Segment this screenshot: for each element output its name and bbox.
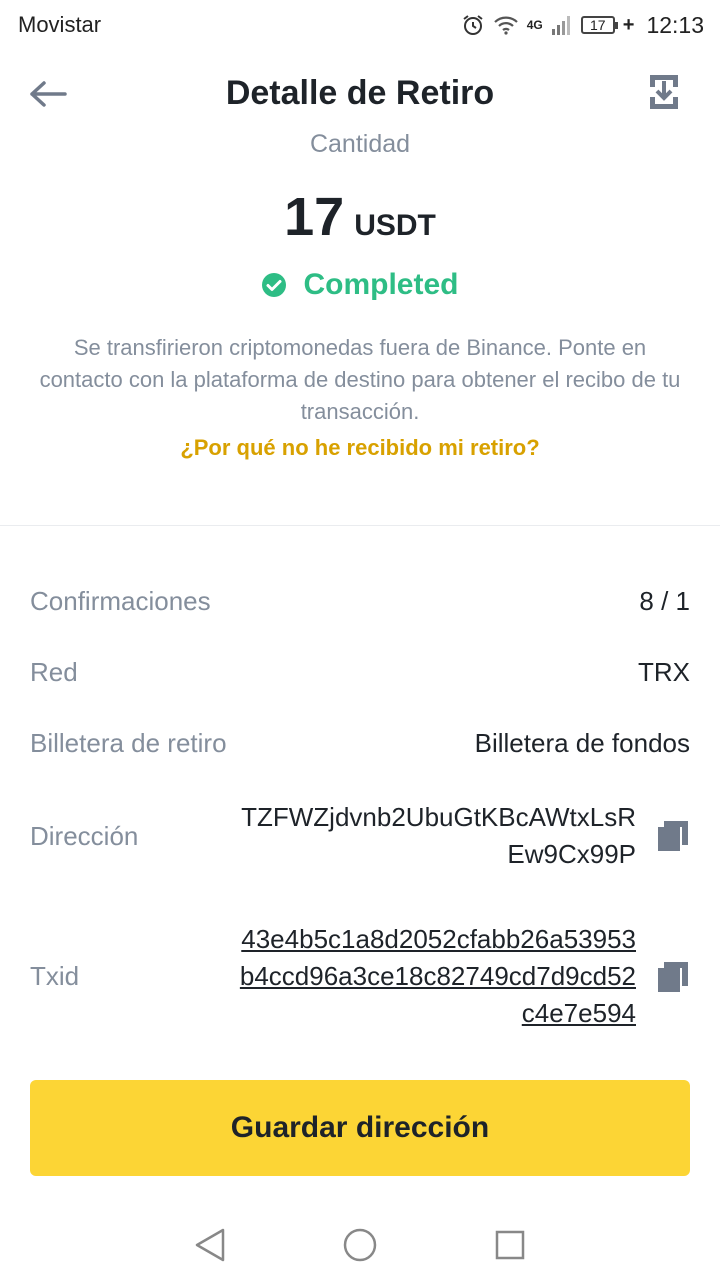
- detail-row-wallet: Billetera de retiro Billetera de fondos: [30, 728, 690, 759]
- help-link[interactable]: ¿Por qué no he recibido mi retiro?: [0, 435, 720, 461]
- txid-link[interactable]: 43e4b5c1a8d2052cfabb26a53953b4ccd96a3ce1…: [236, 921, 636, 1032]
- share-icon: [650, 75, 678, 109]
- square-recents-icon: [495, 1230, 525, 1260]
- withdrawal-detail-screen: Movistar 4G 17 + 12:13 Detalle de Retiro: [0, 0, 720, 1280]
- copy-icon: [658, 961, 688, 992]
- wallet-value: Billetera de fondos: [474, 728, 690, 758]
- txid-value-group: 43e4b5c1a8d2052cfabb26a53953b4ccd96a3ce1…: [236, 921, 690, 1032]
- nav-home-button[interactable]: [340, 1225, 380, 1265]
- circle-home-icon: [343, 1228, 377, 1262]
- address-value-group: TZFWZjdvnb2UbuGtKBcAWtxLsREw9Cx99P: [236, 799, 690, 873]
- status-indicator: Completed: [0, 268, 720, 302]
- carrier-name: Movistar: [18, 12, 102, 37]
- info-message: Se transfirieron criptomonedas fuera de …: [39, 335, 681, 424]
- wallet-label: Billetera de retiro: [30, 728, 227, 758]
- system-nav-bar: [0, 1210, 720, 1280]
- confirmations-value: 8 / 1: [639, 586, 690, 616]
- detail-row-txid: Txid 43e4b5c1a8d2052cfabb26a53953b4ccd96…: [30, 921, 690, 1032]
- copy-address-button[interactable]: [656, 819, 690, 853]
- detail-row-address: Dirección TZFWZjdvnb2UbuGtKBcAWtxLsREw9C…: [30, 799, 690, 873]
- amount-label: Cantidad: [309, 130, 411, 158]
- wifi-icon: [493, 14, 519, 36]
- address-label: Dirección: [30, 820, 139, 851]
- share-button[interactable]: [646, 72, 682, 112]
- amount: 17 USDT: [0, 186, 720, 248]
- network-value: TRX: [638, 657, 690, 687]
- amount-unit: USDT: [354, 209, 436, 242]
- alarm-icon: [461, 13, 485, 37]
- confirmations-label: Confirmaciones: [30, 586, 211, 616]
- status-bar: Movistar 4G 17 + 12:13: [0, 0, 720, 50]
- detail-row-confirmations: Confirmaciones 8 / 1: [30, 586, 690, 617]
- network-label: Red: [30, 657, 78, 687]
- txid-label: Txid: [30, 961, 80, 991]
- battery-icon: 17: [580, 16, 618, 34]
- charging-icon: +: [622, 13, 635, 36]
- detail-row-network: Red TRX: [30, 657, 690, 688]
- save-address-button[interactable]: Guardar dirección: [30, 1080, 690, 1176]
- clock: 12:13: [646, 11, 704, 38]
- status-icons: 4G 17 + 12:13: [461, 12, 704, 39]
- copy-txid-button[interactable]: [656, 960, 690, 994]
- triangle-back-icon: [195, 1228, 225, 1262]
- address-value[interactable]: TZFWZjdvnb2UbuGtKBcAWtxLsREw9Cx99P: [236, 799, 636, 873]
- check-circle-icon: [262, 273, 287, 297]
- network-type-label: 4G: [526, 18, 543, 32]
- page-title: Detalle de Retiro: [225, 74, 495, 112]
- nav-back-button[interactable]: [190, 1225, 230, 1265]
- copy-icon: [658, 821, 688, 851]
- divider: [0, 525, 720, 526]
- amount-value: 17: [284, 187, 345, 247]
- nav-recents-button[interactable]: [490, 1225, 530, 1265]
- status-text: Completed: [303, 268, 459, 301]
- signal-icon: [551, 14, 573, 36]
